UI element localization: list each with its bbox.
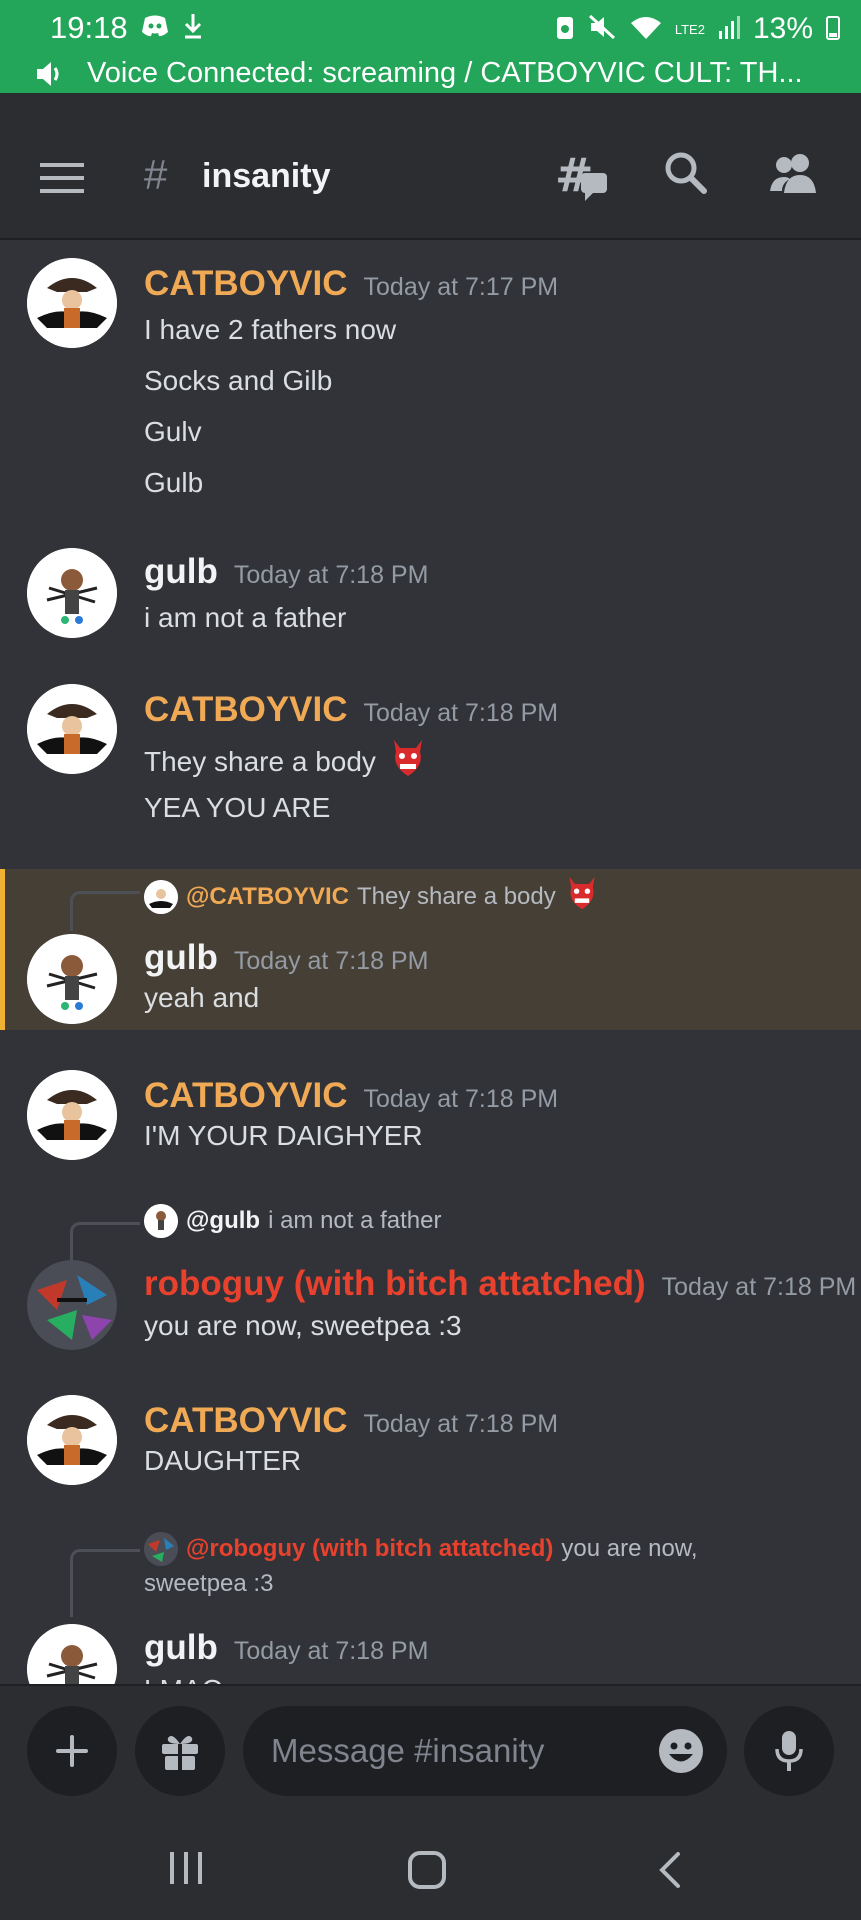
add-attachment-button[interactable] [27,1706,117,1796]
reply-avatar [144,1204,178,1238]
message-list[interactable]: CATBOYVIC Today at 7:17 PM I have 2 fathe… [0,242,861,1684]
recent-apps-icon[interactable] [166,1850,206,1891]
timestamp: Today at 7:18 PM [363,1410,559,1438]
message-line: you are now, sweetpea :3 [144,1310,462,1341]
username[interactable]: gulb Today at 7:18 PM [144,1628,428,1668]
message-line: Gulv [144,416,202,447]
download-icon [182,12,204,45]
voice-status-text: Voice Connected: screaming / CATBOYVIC C… [87,57,803,89]
battery-saver-icon [555,13,575,46]
reply-preview[interactable]: @roboguy (with bitch attatched) you are … [144,1532,697,1566]
reply-spine [70,891,140,931]
timestamp: Today at 7:18 PM [363,1085,559,1113]
username[interactable]: CATBOYVIC Today at 7:18 PM [144,1401,558,1441]
reply-spine [70,1222,140,1262]
avatar[interactable] [27,934,117,1024]
message-line: yeah and [144,982,260,1013]
members-icon[interactable] [768,151,818,200]
username[interactable]: CATBOYVIC Today at 7:18 PM [144,690,558,730]
oni-emoji-icon [388,736,428,787]
message-line: I'M YOUR DAIGHYER [144,1120,423,1151]
signal-icon [717,13,741,46]
wifi-icon [629,13,663,46]
username[interactable]: roboguy (with bitch attatched) Today at 7… [144,1264,856,1304]
avatar[interactable] [27,548,117,638]
emoji-picker-icon[interactable] [657,1727,705,1780]
channel-name: insanity [202,157,331,195]
avatar[interactable] [27,258,117,348]
oni-emoji-icon [564,873,600,920]
reply-avatar [144,1532,178,1566]
reply-preview[interactable]: @gulb i am not a father [144,1204,442,1238]
threads-icon[interactable]: # [555,148,609,208]
message-composer: Message #insanity [0,1684,861,1814]
home-icon[interactable] [407,1850,447,1895]
timestamp: Today at 7:18 PM [233,947,429,975]
voice-message-button[interactable] [744,1706,834,1796]
username[interactable]: gulb Today at 7:18 PM [144,552,428,592]
reply-avatar [144,879,178,914]
avatar[interactable] [27,1070,117,1160]
voice-connected-bar[interactable]: Voice Connected: screaming / CATBOYVIC C… [0,55,861,93]
message-line: DAUGHTER [144,1445,302,1476]
avatar[interactable] [27,684,117,774]
battery-icon [825,13,841,46]
gift-button[interactable] [135,1706,225,1796]
reply-spine [70,1549,140,1617]
timestamp: Today at 7:17 PM [363,273,559,301]
message-line: YEA YOU ARE [144,792,331,823]
channel-hash-icon: # [144,151,168,198]
mute-icon [587,13,617,46]
message-line: Socks and Gilb [144,365,333,396]
status-bar: 19:18 LTE2 13% [0,0,861,55]
channel-header: # insanity # [0,93,861,240]
message-line: I have 2 fathers now [144,314,397,345]
reply-preview[interactable]: @CATBOYVIC They share a body [144,873,600,920]
avatar[interactable] [27,1395,117,1485]
hamburger-menu-icon[interactable] [40,161,84,200]
timestamp: Today at 7:18 PM [661,1273,857,1301]
discord-icon [140,12,170,45]
message-line: i am not a father [144,602,347,633]
message-line: Gulb [144,467,204,498]
username[interactable]: gulb Today at 7:18 PM [144,938,428,978]
username[interactable]: CATBOYVIC Today at 7:18 PM [144,1076,558,1116]
timestamp: Today at 7:18 PM [363,699,559,727]
battery-percent: 13% [752,12,813,45]
speaker-icon [34,59,66,94]
lte-icon: LTE2 [674,21,705,37]
avatar[interactable] [27,1624,117,1684]
reply-preview-wrap: sweetpea :3 [144,1570,274,1597]
back-icon[interactable] [656,1850,684,1895]
timestamp: Today at 7:18 PM [233,1637,429,1665]
avatar[interactable] [27,1260,117,1350]
message-input-placeholder: Message #insanity [271,1732,545,1769]
message-input[interactable]: Message #insanity [243,1706,727,1796]
timestamp: Today at 7:18 PM [233,561,429,589]
message-line: They share a body [144,736,428,787]
search-icon[interactable] [664,151,708,200]
username[interactable]: CATBOYVIC Today at 7:17 PM [144,264,558,304]
system-navigation-bar [0,1814,861,1920]
status-time: 19:18 [50,10,128,45]
message-line: LMAO [144,1674,223,1684]
